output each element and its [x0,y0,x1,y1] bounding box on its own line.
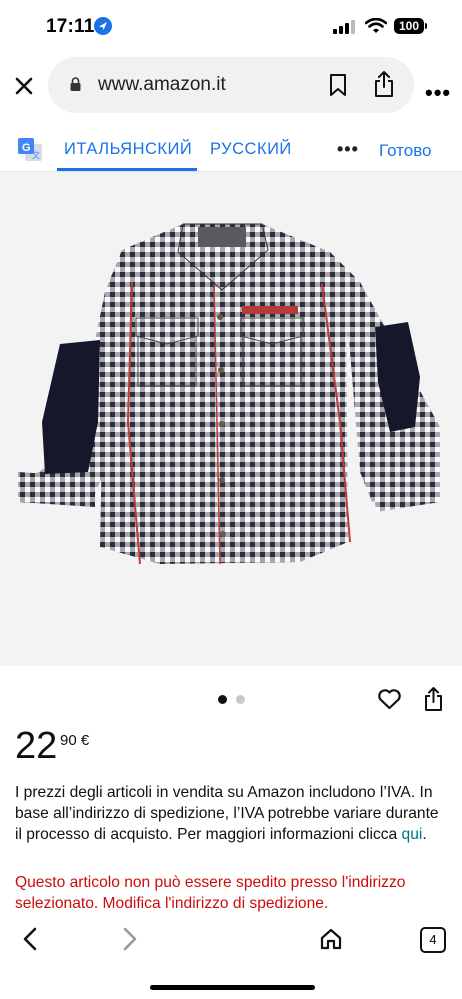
lock-icon [70,77,81,91]
location-arrow-icon [94,17,112,35]
carousel-dot[interactable] [236,695,245,704]
share-product-icon[interactable] [424,686,443,712]
vat-info-link[interactable]: qui [402,826,423,843]
share-icon[interactable] [373,70,395,98]
translate-more-icon[interactable]: ••• [337,139,359,160]
home-indicator [150,985,315,990]
status-time: 17:11 [46,16,95,37]
close-icon[interactable] [12,74,36,98]
cellular-signal-icon [333,20,355,34]
url-text[interactable]: www.amazon.it [98,74,226,96]
shipping-warning: Questo articolo non può essere spedito p… [15,874,406,912]
battery-tip [425,23,427,29]
price-fraction: 90 € [60,732,90,749]
back-icon[interactable] [20,926,40,952]
forward-icon[interactable] [120,926,140,952]
vat-notice-end: . [422,826,427,843]
bookmark-icon[interactable] [328,73,348,97]
wifi-icon [365,18,387,33]
product-image[interactable] [0,172,462,666]
price-whole: 22 [15,725,58,767]
done-button[interactable]: Готово [379,141,432,161]
battery-indicator: 100 [394,18,424,34]
carousel-dot-active[interactable] [218,695,227,704]
google-translate-icon[interactable]: G 文 [17,137,43,163]
home-icon[interactable] [319,927,343,951]
tabs-button[interactable]: 4 [420,927,446,953]
heart-icon[interactable] [377,687,402,711]
svg-text:G: G [22,142,31,154]
vat-notice: I prezzi degli articoli in vendita su Am… [15,782,445,845]
vat-notice-text: I prezzi degli articoli in vendita su Am… [15,784,439,843]
more-menu-icon[interactable]: ••• [425,80,451,106]
tab-source-language[interactable]: ИТАЛЬЯНСКИЙ [64,140,192,159]
tab-target-language[interactable]: РУССКИЙ [210,140,292,159]
svg-text:文: 文 [32,150,40,160]
